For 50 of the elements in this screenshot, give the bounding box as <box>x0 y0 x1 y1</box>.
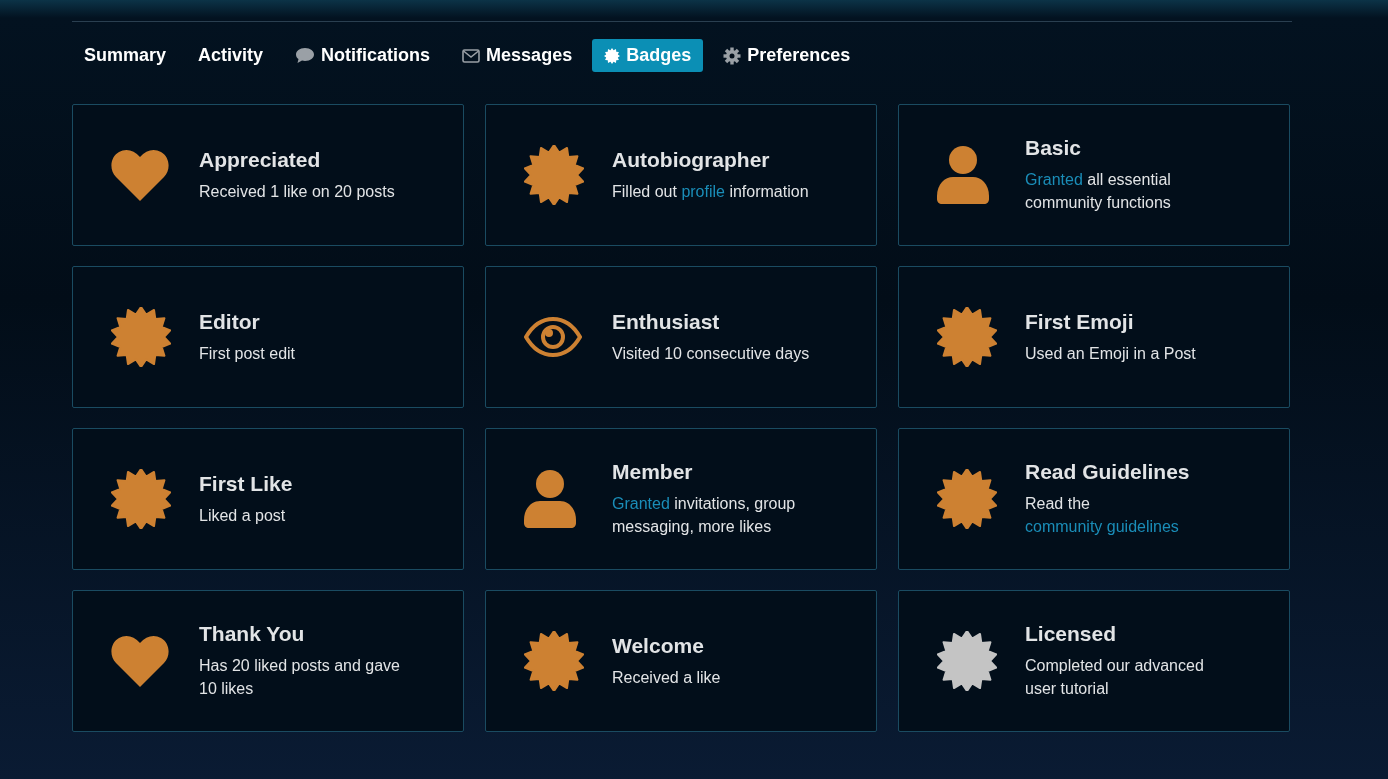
badge-title: Enthusiast <box>612 309 721 334</box>
badge-card[interactable]: Read Guidelines Read the community guidelines <box>898 428 1290 570</box>
description-link[interactable]: profile <box>681 182 725 200</box>
badge-card[interactable]: Licensed Completed our advanced user tutorial <box>898 590 1290 732</box>
nav-tab[interactable]: Messages <box>450 39 585 72</box>
nav-tab[interactable]: Notifications <box>283 39 443 72</box>
description-link[interactable]: Granted <box>612 495 670 512</box>
badge-card[interactable]: Member Granted invitations, group messaging, more likes <box>485 428 877 570</box>
badge-description: Read the community guidelines <box>1025 494 1180 537</box>
badge-description: Filled out profile information <box>612 181 809 202</box>
nav-tab[interactable]: Activity <box>186 39 276 72</box>
badge-card[interactable]: Enthusiast Visited 10 consecutive days <box>485 266 877 408</box>
badge-card[interactable]: Appreciated Received 1 like on 20 posts <box>72 104 464 246</box>
badge-description: First post edit <box>199 343 296 364</box>
chat-bubble-icon <box>295 47 316 64</box>
badge-description: Liked a post <box>199 505 287 526</box>
badge-card[interactable]: Basic Granted all essential community functions <box>898 104 1290 246</box>
nav-tab[interactable]: Summary <box>72 39 179 72</box>
badge-title: Basic <box>1025 136 1083 160</box>
badge-description: Granted all essential community functions <box>1025 170 1172 213</box>
settings-icon <box>723 46 742 65</box>
badge-title: Read Guidelines <box>1025 460 1191 484</box>
badge-card[interactable]: Thank You Has 20 liked posts and gave 10 likes <box>72 590 464 732</box>
envelope-icon <box>462 48 481 63</box>
badge-title: Thank You <box>199 622 306 646</box>
badge-card[interactable]: Welcome Received a like <box>485 590 877 732</box>
badge-card[interactable]: First Emoji Used an Emoji in a Post <box>898 266 1290 408</box>
badge-card[interactable]: Editor First post edit <box>72 266 464 408</box>
description-link[interactable]: community guidelines <box>1025 518 1179 535</box>
badge-description: Granted invitations, group messaging, more likes <box>612 494 797 537</box>
badge-title: Licensed <box>1025 622 1118 646</box>
badge-title: Editor <box>199 309 261 334</box>
badge-card[interactable]: First Like Liked a post <box>72 428 464 570</box>
description-link[interactable]: Granted <box>1025 171 1083 188</box>
badge-description: Completed our advanced user tutorial <box>1025 656 1205 699</box>
badge-title: Autobiographer <box>612 147 771 172</box>
badge-title: Member <box>612 460 694 484</box>
nav-tab[interactable]: Preferences <box>711 39 863 72</box>
nav-tab[interactable]: Badges <box>592 39 704 72</box>
badge-icon <box>604 47 621 64</box>
badge-description: Used an Emoji in a Post <box>1025 343 1196 364</box>
badge-description: Received 1 like on 20 posts <box>199 181 395 202</box>
badge-description: Received a like <box>612 667 721 688</box>
badge-card[interactable]: Autobiographer Filled out profile information <box>485 104 877 246</box>
badge-description: Visited 10 consecutive days <box>612 343 810 364</box>
badge-title: First Emoji <box>1025 309 1135 334</box>
badge-title: Welcome <box>612 633 705 658</box>
badge-title: First Like <box>199 471 293 496</box>
badge-description: Has 20 liked posts and gave 10 likes <box>199 656 401 699</box>
badge-title: Appreciated <box>199 147 322 172</box>
